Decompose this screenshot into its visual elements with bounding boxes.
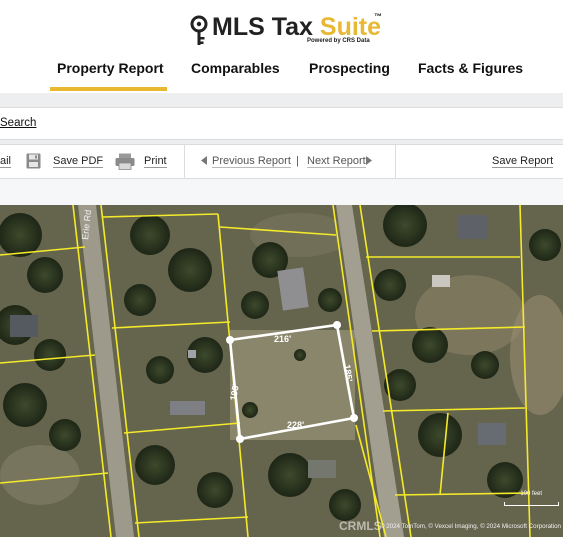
print-button[interactable]: Print — [144, 155, 167, 168]
tab-property-report[interactable]: Property Report — [57, 60, 164, 76]
active-tab-indicator — [50, 87, 167, 91]
divider-band — [0, 179, 563, 205]
divider-band — [0, 93, 563, 107]
powered-by-text: Powered by CRS Data — [307, 38, 370, 44]
tab-prospecting[interactable]: Prospecting — [309, 60, 390, 76]
print-icon[interactable] — [115, 153, 135, 170]
main-tabs: Property Report Comparables Prospecting … — [0, 56, 563, 92]
chevron-right-icon[interactable] — [366, 156, 372, 165]
next-report-link[interactable]: Next Report — [307, 155, 366, 168]
search-link[interactable]: Search — [0, 117, 36, 129]
key-icon — [190, 15, 208, 45]
chevron-left-icon[interactable] — [201, 156, 207, 165]
tab-comparables[interactable]: Comparables — [191, 60, 280, 76]
parcel-map-image: Erie Rd 216' 185' 228' 195' — [0, 205, 563, 537]
email-button[interactable]: ail — [0, 155, 12, 168]
brand-logo[interactable]: MLS Tax Suite ™ Powered by CRS Data — [0, 12, 563, 48]
lot-dimension-bottom: 228' — [287, 420, 304, 430]
trademark-symbol: ™ — [374, 12, 382, 21]
save-report-button[interactable]: Save Report — [492, 155, 554, 168]
watermark: CRMLS — [339, 519, 382, 533]
scale-label: 100 feet — [520, 491, 542, 497]
nav-separator: | — [296, 155, 299, 167]
tab-facts-figures[interactable]: Facts & Figures — [418, 60, 523, 76]
lot-dimension-top: 216' — [274, 334, 291, 344]
previous-report-link[interactable]: Previous Report — [212, 155, 291, 168]
toolbar-divider — [395, 145, 396, 179]
search-bar: Search — [0, 107, 563, 140]
save-pdf-button[interactable]: Save PDF — [53, 155, 104, 168]
toolbar-divider — [184, 145, 185, 179]
brand-name-main: MLS Tax — [212, 13, 320, 41]
brand-name-accent: Suite — [319, 13, 382, 41]
map-attribution: © 2024 TomTom, © Vexcel Imaging, © 2024 … — [379, 523, 561, 530]
report-toolbar: ail Save PDF Print Previous Report | Nex… — [0, 144, 563, 179]
scale-bar — [504, 502, 559, 506]
aerial-parcel-map[interactable]: Erie Rd 216' 185' 228' 195' 100 feet CRM… — [0, 205, 563, 537]
save-pdf-icon[interactable] — [26, 153, 41, 169]
